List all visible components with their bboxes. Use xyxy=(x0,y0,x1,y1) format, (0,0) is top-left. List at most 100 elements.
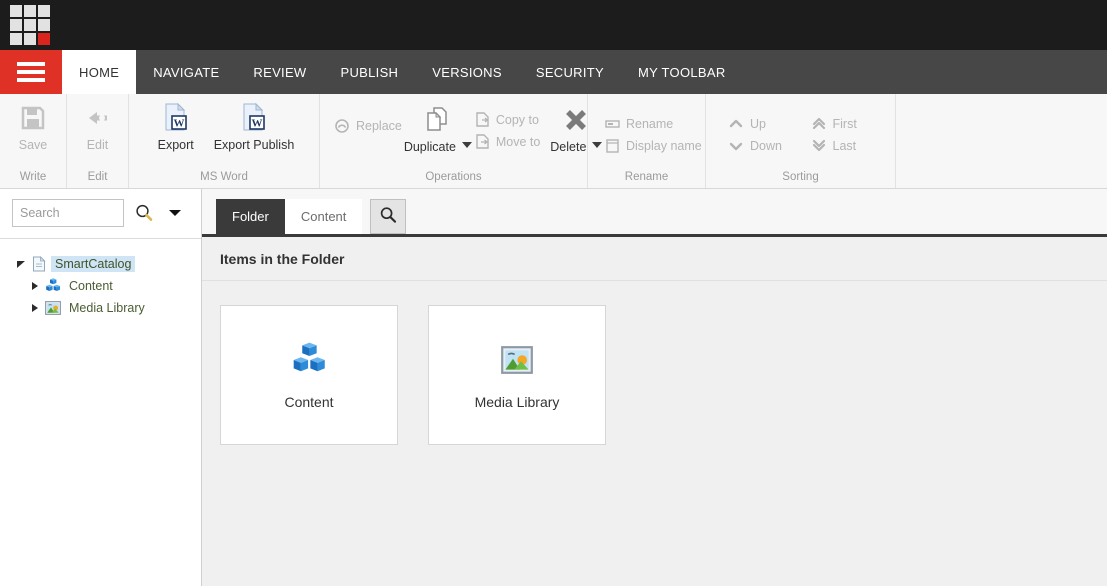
chevron-down-icon xyxy=(728,140,744,152)
export-publish-button[interactable]: W Export Publish xyxy=(206,102,303,152)
replace-button[interactable]: Replace xyxy=(334,116,402,135)
expand-triangle-icon[interactable] xyxy=(28,303,42,313)
svg-text:W: W xyxy=(173,118,184,130)
tab-navigate[interactable]: NAVIGATE xyxy=(136,50,236,94)
word-export-icon: W xyxy=(161,102,191,134)
ribbon-tab-strip: HOME NAVIGATE REVIEW PUBLISH VERSIONS SE… xyxy=(0,50,1107,94)
search-input[interactable] xyxy=(12,199,124,227)
logo-cell xyxy=(10,5,22,17)
logo-cell xyxy=(24,19,36,31)
folder-items-grid: Content Media Library xyxy=(202,281,1107,586)
tab-home[interactable]: HOME xyxy=(62,50,137,94)
tree-item-content[interactable]: Content xyxy=(0,275,201,297)
save-button[interactable]: Save xyxy=(3,102,63,152)
display-name-icon xyxy=(604,138,620,153)
chevron-up-icon xyxy=(728,118,744,130)
save-label: Save xyxy=(18,138,48,152)
content-tab-row: Folder Content xyxy=(202,189,1107,237)
sort-last-label: Last xyxy=(832,138,857,153)
tree-item-label: SmartCatalog xyxy=(51,256,136,272)
expand-triangle-icon[interactable] xyxy=(28,281,42,291)
tab-my-toolbar[interactable]: MY TOOLBAR xyxy=(621,50,743,94)
tree-item-media-library[interactable]: Media Library xyxy=(0,297,201,319)
content-tree-sidebar: SmartCatalog xyxy=(0,189,202,586)
sitecore-logo-icon[interactable] xyxy=(10,5,50,45)
ribbon-group-rename: Rename Display name Rename xyxy=(588,94,706,188)
tab-publish[interactable]: PUBLISH xyxy=(324,50,416,94)
sort-down-label: Down xyxy=(750,138,782,153)
logo-cell xyxy=(10,19,22,31)
duplicate-label: Duplicate xyxy=(403,140,456,154)
tab-security[interactable]: SECURITY xyxy=(519,50,621,94)
duplicate-button[interactable]: Duplicate xyxy=(404,102,472,154)
replace-icon xyxy=(334,118,350,133)
sort-first-button[interactable]: First xyxy=(811,114,882,133)
tree-item-smartcatalog[interactable]: SmartCatalog xyxy=(0,253,201,275)
move-to-icon xyxy=(474,134,490,149)
copy-to-label: Copy to xyxy=(495,112,539,127)
delete-label: Delete xyxy=(550,140,587,154)
hamburger-bar xyxy=(17,70,45,74)
rename-button[interactable]: Rename xyxy=(604,114,702,133)
move-to-button[interactable]: Move to xyxy=(474,132,540,151)
top-bar xyxy=(0,0,1107,50)
tab-versions[interactable]: VERSIONS xyxy=(415,50,519,94)
move-to-label: Move to xyxy=(495,134,541,149)
copy-to-icon xyxy=(474,112,490,127)
menu-button[interactable] xyxy=(0,50,62,94)
double-chevron-up-icon xyxy=(811,117,827,130)
duplicate-icon xyxy=(423,104,453,136)
search-icon[interactable] xyxy=(134,203,154,223)
folder-item-media-library[interactable]: Media Library xyxy=(428,305,606,445)
word-export-publish-icon: W xyxy=(239,102,269,134)
export-publish-label: Export Publish xyxy=(213,138,295,152)
delete-icon xyxy=(562,104,590,136)
cubes-icon xyxy=(44,278,62,294)
tab-content[interactable]: Content xyxy=(284,199,363,234)
ribbon-empty-area xyxy=(896,94,1107,188)
replace-label: Replace xyxy=(356,118,402,133)
content-search-button[interactable] xyxy=(370,199,407,234)
document-icon xyxy=(30,256,48,272)
workspace: SmartCatalog xyxy=(0,189,1107,586)
sitecore-content-editor: HOME NAVIGATE REVIEW PUBLISH VERSIONS SE… xyxy=(0,0,1107,586)
sort-up-button[interactable]: Up xyxy=(728,114,799,133)
ribbon-group-rename-label: Rename xyxy=(624,171,669,183)
hamburger-bar xyxy=(17,78,45,82)
export-button[interactable]: W Export xyxy=(146,102,206,152)
ribbon-group-sorting-label: Sorting xyxy=(782,171,819,183)
sort-last-button[interactable]: Last xyxy=(811,136,882,155)
display-name-button[interactable]: Display name xyxy=(604,136,702,155)
magnifier-icon xyxy=(379,206,397,227)
svg-text:W: W xyxy=(251,118,262,130)
export-label: Export xyxy=(157,138,194,152)
search-dropdown-icon[interactable] xyxy=(168,208,182,218)
collapse-triangle-icon[interactable] xyxy=(14,259,28,269)
section-title: Items in the Folder xyxy=(202,237,1107,281)
tree-search-row xyxy=(0,189,201,239)
rename-label: Rename xyxy=(626,116,674,131)
logo-cell xyxy=(38,5,50,17)
tab-review[interactable]: REVIEW xyxy=(236,50,323,94)
ribbon-group-write: Save Write xyxy=(0,94,67,188)
logo-cell xyxy=(10,33,22,45)
tree-item-label: Content xyxy=(69,279,113,293)
image-icon xyxy=(501,338,533,382)
ribbon-group-edit-label: Edit xyxy=(87,171,108,183)
folder-item-content[interactable]: Content xyxy=(220,305,398,445)
ribbon-group-ms-word: W Export W Export Publish MS Word xyxy=(129,94,320,188)
ribbon-group-edit: Edit Edit xyxy=(67,94,129,188)
tab-folder[interactable]: Folder xyxy=(216,199,285,234)
ribbon-group-operations: Replace Duplicate Copy to Move to Delete… xyxy=(320,94,603,188)
folder-item-label: Content xyxy=(284,394,334,410)
sort-down-button[interactable]: Down xyxy=(728,136,799,155)
folder-item-label: Media Library xyxy=(474,394,560,410)
copy-to-button[interactable]: Copy to xyxy=(474,110,540,129)
ribbon-group-ms-word-label: MS Word xyxy=(200,171,248,183)
rename-icon xyxy=(604,118,620,130)
edit-button[interactable]: Edit xyxy=(68,102,128,152)
hamburger-bar xyxy=(17,62,45,66)
logo-cell-accent xyxy=(38,33,50,45)
image-icon xyxy=(44,301,62,315)
content-tree: SmartCatalog Content Media Library xyxy=(0,239,201,319)
